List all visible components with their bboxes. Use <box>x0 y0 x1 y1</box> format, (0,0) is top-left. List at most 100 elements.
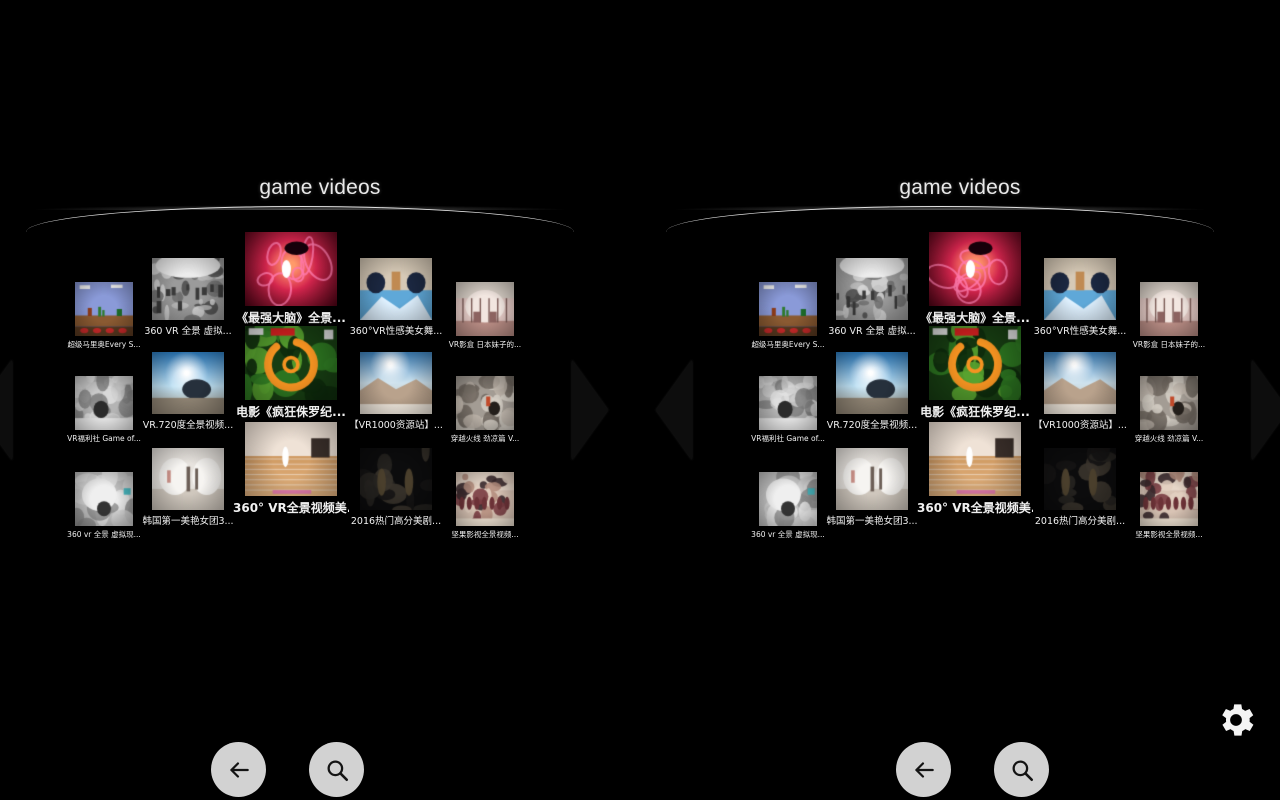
video-item[interactable]: 2016热门高分美剧... <box>360 448 444 527</box>
video-thumbnail[interactable] <box>759 376 817 430</box>
prev-page-arrow[interactable] <box>0 360 12 460</box>
search-button-right[interactable]: Search <box>994 742 1049 800</box>
video-title-label: 超级马里奥Every S... <box>749 339 827 350</box>
back-button-circle[interactable] <box>211 742 266 797</box>
back-button-right[interactable]: Back <box>896 742 951 800</box>
video-grid: 超级马里奥Every S... 360 VR 全景 虚拟... 《最强大脑》全景..… <box>0 0 640 800</box>
video-title-label: 穿越火线 劲凉篇 V... <box>446 433 524 444</box>
next-page-arrow[interactable] <box>572 360 608 460</box>
video-thumbnail[interactable] <box>152 258 224 320</box>
video-title-label: 360°VR性感美女舞... <box>1032 323 1128 337</box>
search-button-circle[interactable] <box>309 742 364 797</box>
gear-icon <box>1214 698 1258 742</box>
video-item[interactable]: 《最强大脑》全景... <box>929 232 1033 326</box>
video-item[interactable]: 韩国第一美艳女团3... <box>836 448 920 527</box>
video-thumbnail[interactable] <box>759 472 817 526</box>
video-item[interactable]: 360°VR性感美女舞... <box>360 258 444 337</box>
search-button-circle-right[interactable] <box>994 742 1049 797</box>
video-thumbnail[interactable] <box>75 472 133 526</box>
video-item[interactable]: 360 VR 全景 虚拟... <box>836 258 920 337</box>
video-title-label: 360°VR性感美女舞... <box>348 323 444 337</box>
video-title-label: 电影《疯狂侏罗纪... <box>917 403 1033 420</box>
video-item[interactable]: 超级马里奥Every S... <box>759 282 827 350</box>
video-title-label: 360 VR 全景 虚拟... <box>140 323 236 337</box>
video-title-label: 穿越火线 劲凉篇 V... <box>1130 433 1208 444</box>
video-thumbnail[interactable] <box>836 448 908 510</box>
video-thumbnail[interactable] <box>152 352 224 414</box>
video-thumbnail[interactable] <box>245 232 337 306</box>
right-eye-panel: game videos 超级马里奥Every S... 360 VR 全景 虚拟.… <box>640 0 1280 800</box>
video-thumbnail[interactable] <box>1140 282 1198 336</box>
next-page-arrow-right[interactable] <box>1252 360 1280 460</box>
video-item[interactable]: 360 vr 全景 虚拟现... <box>759 472 827 540</box>
video-title-label: 360 vr 全景 虚拟现... <box>65 529 143 540</box>
video-thumbnail[interactable] <box>836 352 908 414</box>
video-item[interactable]: VR福利社 Game of... <box>759 376 827 444</box>
video-title-label: 坚果影视全景视频... <box>446 529 524 540</box>
video-thumbnail[interactable] <box>360 258 432 320</box>
video-thumbnail[interactable] <box>360 448 432 510</box>
search-icon <box>1009 757 1035 783</box>
video-item[interactable]: 穿越火线 劲凉篇 V... <box>456 376 524 444</box>
video-thumbnail[interactable] <box>929 326 1021 400</box>
video-thumbnail[interactable] <box>245 326 337 400</box>
video-thumbnail[interactable] <box>929 232 1021 306</box>
video-item[interactable]: 电影《疯狂侏罗纪... <box>245 326 349 420</box>
settings-button[interactable] <box>1214 698 1258 742</box>
video-title-label: 韩国第一美艳女团3... <box>824 513 920 527</box>
video-item[interactable]: 《最强大脑》全景... <box>245 232 349 326</box>
video-thumbnail[interactable] <box>1140 472 1198 526</box>
search-button[interactable]: Search <box>309 742 364 800</box>
video-item[interactable]: 电影《疯狂侏罗纪... <box>929 326 1033 420</box>
video-title-label: 《最强大脑》全景... <box>917 309 1033 326</box>
video-thumbnail[interactable] <box>456 376 514 430</box>
right-eye-viewport: game videos 超级马里奥Every S... 360 VR 全景 虚拟.… <box>640 0 1280 800</box>
video-thumbnail[interactable] <box>456 282 514 336</box>
video-title-label: 【VR1000资源站】... <box>1032 417 1128 431</box>
video-thumbnail[interactable] <box>1044 352 1116 414</box>
video-item[interactable]: VR.720度全景视频... <box>152 352 236 431</box>
video-thumbnail[interactable] <box>75 282 133 336</box>
video-grid-right: 超级马里奥Every S... 360 VR 全景 虚拟... 《最强大脑》全景..… <box>640 0 1280 800</box>
video-thumbnail[interactable] <box>759 282 817 336</box>
video-item[interactable]: 360 vr 全景 虚拟现... <box>75 472 143 540</box>
video-item[interactable]: VR福利社 Game of... <box>75 376 143 444</box>
video-item[interactable]: VR.720度全景视频... <box>836 352 920 431</box>
video-thumbnail[interactable] <box>75 376 133 430</box>
video-thumbnail[interactable] <box>1140 376 1198 430</box>
video-item[interactable]: 韩国第一美艳女团3... <box>152 448 236 527</box>
video-item[interactable]: 360° VR全景视频美... <box>929 422 1033 516</box>
video-thumbnail[interactable] <box>1044 258 1116 320</box>
video-item[interactable]: 360° VR全景视频美... <box>245 422 349 516</box>
video-thumbnail[interactable] <box>929 422 1021 496</box>
left-eye-viewport: game videos 超级马里奥Every S... 360 VR 全景 虚拟.… <box>0 0 640 800</box>
video-item[interactable]: VR影盒 日本妹子的... <box>1140 282 1208 350</box>
video-title-label: 超级马里奥Every S... <box>65 339 143 350</box>
video-title-label: 360 VR 全景 虚拟... <box>824 323 920 337</box>
prev-page-arrow-right[interactable] <box>656 360 692 460</box>
video-thumbnail[interactable] <box>245 422 337 496</box>
video-thumbnail[interactable] <box>360 352 432 414</box>
video-thumbnail[interactable] <box>152 448 224 510</box>
video-item[interactable]: VR影盒 日本妹子的... <box>456 282 524 350</box>
video-title-label: 坚果影视全景视频... <box>1130 529 1208 540</box>
video-title-label: VR福利社 Game of... <box>65 433 143 444</box>
video-item[interactable]: 穿越火线 劲凉篇 V... <box>1140 376 1208 444</box>
video-title-label: VR.720度全景视频... <box>140 417 236 431</box>
video-item[interactable]: 【VR1000资源站】... <box>1044 352 1128 431</box>
video-item[interactable]: 坚果影视全景视频... <box>1140 472 1208 540</box>
video-item[interactable]: 360°VR性感美女舞... <box>1044 258 1128 337</box>
video-thumbnail[interactable] <box>836 258 908 320</box>
video-thumbnail[interactable] <box>456 472 514 526</box>
back-button-circle-right[interactable] <box>896 742 951 797</box>
video-item[interactable]: 360 VR 全景 虚拟... <box>152 258 236 337</box>
search-icon <box>324 757 350 783</box>
video-item[interactable]: 2016热门高分美剧... <box>1044 448 1128 527</box>
video-item[interactable]: 坚果影视全景视频... <box>456 472 524 540</box>
video-thumbnail[interactable] <box>1044 448 1116 510</box>
back-button[interactable]: Back <box>211 742 266 800</box>
video-item[interactable]: 【VR1000资源站】... <box>360 352 444 431</box>
video-item[interactable]: 超级马里奥Every S... <box>75 282 143 350</box>
left-eye-panel: game videos 超级马里奥Every S... 360 VR 全景 虚拟.… <box>0 0 640 800</box>
video-title-label: VR影盒 日本妹子的... <box>446 339 524 350</box>
